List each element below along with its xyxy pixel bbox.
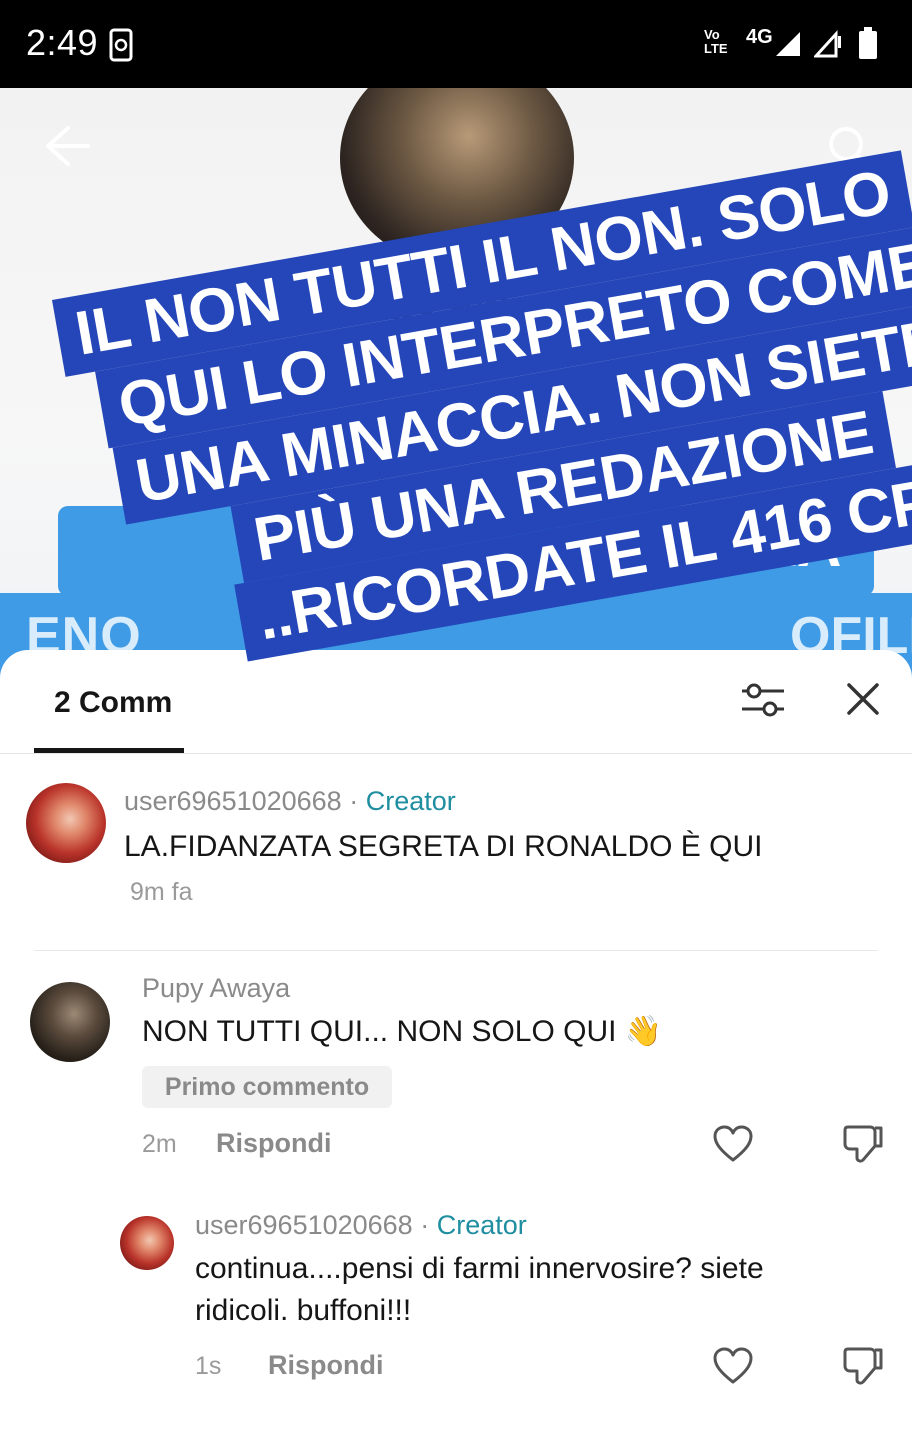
comment-username[interactable]: Pupy Awaya [142, 973, 290, 1004]
commenter-avatar[interactable] [30, 982, 110, 1062]
commenter-avatar[interactable] [120, 1216, 174, 1270]
signal-icon [776, 32, 800, 56]
dislike-icon[interactable] [842, 1122, 884, 1166]
dislike-icon[interactable] [842, 1344, 884, 1388]
reply-button[interactable]: Rispondi [268, 1350, 384, 1381]
like-heart-icon[interactable] [712, 1346, 754, 1386]
filter-sliders-icon[interactable] [740, 680, 786, 720]
comment-username[interactable]: user69651020668 · Creator [124, 786, 456, 817]
screen-record-icon [109, 28, 133, 62]
banner-text-right: RA [752, 511, 842, 580]
status-bar: 2:49 Vo LTE 4G [0, 0, 912, 88]
like-heart-icon[interactable] [712, 1124, 754, 1164]
battery-icon [859, 27, 877, 59]
comment-text: NON TUTTI QUI... NON SOLO QUI 👋 [142, 1015, 663, 1048]
comment-separator [34, 950, 878, 951]
creator-badge: Creator [436, 1210, 527, 1240]
signal-icon-2 [814, 30, 841, 58]
comments-count-tab[interactable]: 2 Comm [54, 686, 172, 720]
close-icon[interactable] [844, 680, 882, 718]
comment-text: continua....pensi di farmi innervosire? … [195, 1252, 764, 1285]
comment-username[interactable]: user69651020668 · Creator [195, 1210, 527, 1241]
network-type-label: 4G [746, 26, 773, 48]
comment-time: 9m fa [130, 878, 193, 906]
profile-header: Pupy Aw RA ENO OFILI [0, 88, 912, 678]
volte-icon: Vo LTE [704, 27, 728, 56]
reply-button[interactable]: Rispondi [216, 1128, 332, 1159]
comment-text: LA.FIDANZATA SEGRETA DI RONALDO È QUI [124, 830, 763, 863]
first-comment-badge: Primo commento [142, 1066, 392, 1108]
sheet-divider [0, 753, 912, 754]
search-icon[interactable] [826, 124, 874, 172]
status-time: 2:49 [26, 22, 99, 63]
comment-time: 2m [142, 1130, 177, 1158]
profile-avatar[interactable] [340, 88, 574, 266]
commenter-avatar[interactable] [26, 783, 106, 863]
comment-time: 1s [195, 1352, 222, 1380]
comment-text-line-2: ridicoli. buffoni!!! [195, 1294, 412, 1327]
profile-name: Pupy Aw [340, 283, 507, 327]
back-arrow-icon[interactable] [44, 124, 90, 168]
creator-badge: Creator [365, 786, 456, 816]
